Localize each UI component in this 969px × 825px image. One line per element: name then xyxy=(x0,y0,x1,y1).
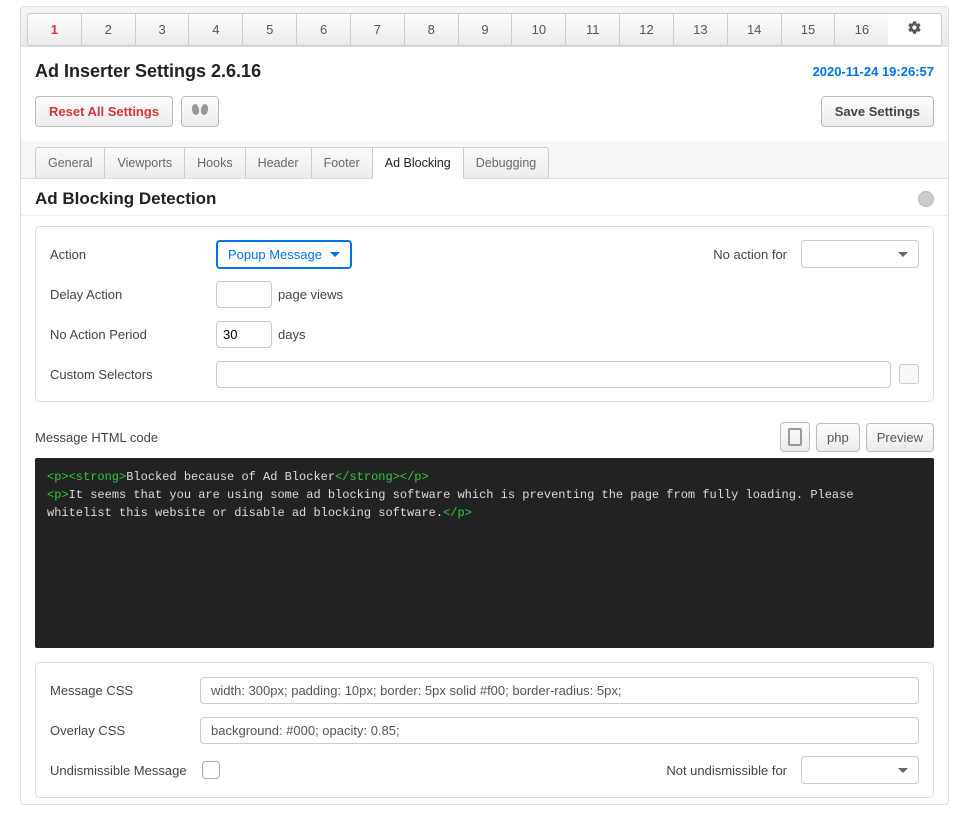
css-card: Message CSS Overlay CSS Undismissible Me… xyxy=(35,662,934,798)
undismissible-checkbox[interactable] xyxy=(202,761,220,779)
not-undismissible-for-select[interactable] xyxy=(801,756,919,784)
sub-tabs: GeneralViewportsHooksHeaderFooterAd Bloc… xyxy=(21,141,948,179)
top-tab-7[interactable]: 7 xyxy=(350,13,404,46)
top-tabs: 12345678910111213141516 xyxy=(21,7,948,47)
clipboard-icon xyxy=(788,428,802,446)
footprints-icon xyxy=(191,103,209,117)
top-tab-9[interactable]: 9 xyxy=(458,13,512,46)
top-tab-12[interactable]: 12 xyxy=(619,13,673,46)
top-tab-3[interactable]: 3 xyxy=(135,13,189,46)
message-css-label: Message CSS xyxy=(50,683,200,698)
undismissible-label: Undismissible Message xyxy=(50,763,200,778)
message-code-editor[interactable]: <p><strong>Blocked because of Ad Blocker… xyxy=(35,458,934,648)
top-tab-14[interactable]: 14 xyxy=(727,13,781,46)
timestamp: 2020-11-24 19:26:57 xyxy=(813,64,934,79)
sub-tab-hooks[interactable]: Hooks xyxy=(184,147,245,178)
top-tab-8[interactable]: 8 xyxy=(404,13,458,46)
custom-selectors-toggle[interactable] xyxy=(899,364,919,384)
action-label: Action xyxy=(50,247,216,262)
sub-tab-header[interactable]: Header xyxy=(245,147,312,178)
top-tab-5[interactable]: 5 xyxy=(242,13,296,46)
section-title: Ad Blocking Detection xyxy=(35,189,216,209)
message-html-label: Message HTML code xyxy=(35,430,158,445)
not-undismissible-for-label: Not undismissible for xyxy=(666,763,787,778)
sub-tab-viewports[interactable]: Viewports xyxy=(104,147,185,178)
top-tab-13[interactable]: 13 xyxy=(673,13,727,46)
overlay-css-label: Overlay CSS xyxy=(50,723,200,738)
reset-all-settings-button[interactable]: Reset All Settings xyxy=(35,96,173,127)
period-units: days xyxy=(278,327,305,342)
gear-icon xyxy=(907,20,922,35)
no-action-period-label: No Action Period xyxy=(50,327,216,342)
status-indicator[interactable] xyxy=(918,191,934,207)
php-button[interactable]: php xyxy=(816,423,860,452)
top-tab-4[interactable]: 4 xyxy=(188,13,242,46)
no-action-period-input[interactable] xyxy=(216,321,272,348)
top-tab-16[interactable]: 16 xyxy=(834,13,888,46)
message-css-input[interactable] xyxy=(200,677,919,704)
page-title: Ad Inserter Settings 2.6.16 xyxy=(35,61,261,82)
no-action-for-select[interactable] xyxy=(801,240,919,268)
top-tab-2[interactable]: 2 xyxy=(81,13,135,46)
action-select[interactable]: Popup Message xyxy=(216,240,352,269)
detection-card: Action Popup Message No action for Delay… xyxy=(35,226,934,402)
top-tab-15[interactable]: 15 xyxy=(781,13,835,46)
preview-button[interactable]: Preview xyxy=(866,423,934,452)
custom-selectors-label: Custom Selectors xyxy=(50,367,216,382)
delay-units: page views xyxy=(278,287,343,302)
clipboard-button[interactable] xyxy=(780,422,810,452)
top-tab-1[interactable]: 1 xyxy=(27,13,81,46)
sub-tab-debugging[interactable]: Debugging xyxy=(463,147,549,178)
sub-tab-ad-blocking[interactable]: Ad Blocking xyxy=(372,147,464,179)
top-tab-10[interactable]: 10 xyxy=(511,13,565,46)
overlay-css-input[interactable] xyxy=(200,717,919,744)
footprints-button[interactable] xyxy=(181,96,219,127)
delay-action-label: Delay Action xyxy=(50,287,216,302)
sub-tab-footer[interactable]: Footer xyxy=(311,147,373,178)
custom-selectors-input[interactable] xyxy=(216,361,891,388)
settings-tab[interactable] xyxy=(888,13,942,46)
top-tab-6[interactable]: 6 xyxy=(296,13,350,46)
save-settings-button[interactable]: Save Settings xyxy=(821,96,934,127)
delay-action-input[interactable] xyxy=(216,281,272,308)
no-action-for-label: No action for xyxy=(713,247,787,262)
sub-tab-general[interactable]: General xyxy=(35,147,105,178)
top-tab-11[interactable]: 11 xyxy=(565,13,619,46)
